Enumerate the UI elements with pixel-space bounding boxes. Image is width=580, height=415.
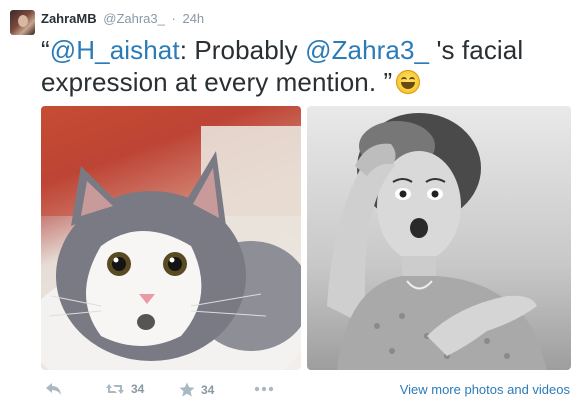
avatar-face [18,15,28,27]
open-quote: “ [41,35,50,65]
mention-link-zahra3[interactable]: @Zahra3_ [305,35,429,65]
grinning-face-emoji-icon [396,70,421,94]
retweet-count: 34 [131,382,145,396]
tweet-header: ZahraMB @Zahra3_ · 24h [41,10,204,28]
woman-illustration [327,113,547,370]
star-icon [179,382,195,397]
tweet-media-grid [41,106,571,370]
user-fullname[interactable]: ZahraMB [41,11,97,26]
photo-cat[interactable] [41,106,301,370]
tweet-text-part-1: : Probably [179,35,306,65]
tweet-text: “@H_aishat: Probably @Zahra3_ 's facial … [41,34,571,98]
user-avatar[interactable] [10,10,35,35]
view-more-photos-link[interactable]: View more photos and videos [400,382,570,397]
mention-link-h-aishat[interactable]: @H_aishat [50,35,180,65]
retweet-button[interactable]: 34 [105,382,144,396]
ellipsis-icon [254,386,274,392]
cat-illustration [41,106,301,370]
reply-button[interactable] [45,382,63,396]
favorite-count: 34 [201,382,215,397]
tweet-timestamp[interactable]: 24h [182,11,204,26]
header-separator: · [171,11,176,26]
more-options-button[interactable] [254,386,274,392]
user-handle[interactable]: @Zahra3_ [103,11,165,26]
photo-surprised-woman[interactable] [307,106,571,370]
reply-icon [46,383,61,395]
retweet-icon [106,384,124,394]
favorite-button[interactable]: 34 [179,382,214,397]
